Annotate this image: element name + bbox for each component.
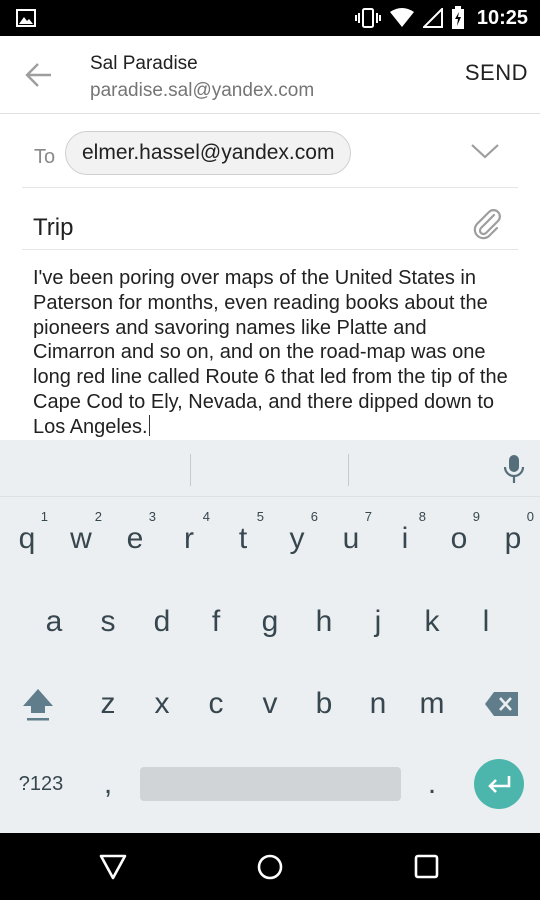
key-hint: 5	[256, 509, 264, 524]
text-cursor	[148, 414, 151, 436]
vibrate-icon	[354, 8, 381, 28]
key-label: u	[342, 522, 360, 555]
key-r[interactable]: 4r	[162, 507, 216, 571]
key-x[interactable]: x	[135, 672, 189, 736]
image-notification-icon	[16, 9, 36, 27]
key-i[interactable]: 8i	[378, 507, 432, 571]
microphone-icon[interactable]	[502, 454, 526, 484]
subject-row: Trip	[22, 189, 518, 250]
key-k[interactable]: k	[405, 590, 459, 654]
recipient-chip[interactable]: elmer.hassel@yandex.com	[65, 131, 352, 175]
status-bar: 10:25	[0, 0, 540, 36]
message-body-text: I've been poring over maps of the United…	[33, 267, 508, 438]
key-hint: 9	[472, 509, 480, 524]
key-label: o	[450, 522, 468, 555]
key-label: r	[184, 522, 194, 555]
key-hint: 8	[418, 509, 426, 524]
to-label: To	[34, 146, 56, 168]
key-label: p	[504, 522, 522, 555]
backspace-key[interactable]	[470, 672, 534, 736]
back-triangle-icon[interactable]	[98, 852, 128, 882]
key-m[interactable]: m	[405, 672, 459, 736]
key-j[interactable]: j	[351, 590, 405, 654]
return-arrow-icon	[488, 776, 511, 793]
key-hint: 6	[310, 509, 318, 524]
key-n[interactable]: n	[351, 672, 405, 736]
status-time: 10:25	[476, 6, 528, 29]
key-label: t	[238, 522, 248, 555]
symbols-key[interactable]: ?123	[8, 754, 74, 814]
key-hint: 0	[526, 509, 534, 524]
key-v[interactable]: v	[243, 672, 297, 736]
suggestion-divider	[190, 454, 191, 486]
key-g[interactable]: g	[243, 590, 297, 654]
send-button[interactable]: SEND	[465, 60, 528, 86]
key-d[interactable]: d	[135, 590, 189, 654]
period-key[interactable]: .	[405, 754, 459, 814]
key-o[interactable]: 9o	[432, 507, 486, 571]
to-row: To elmer.hassel@yandex.com	[22, 115, 518, 188]
key-y[interactable]: 6y	[270, 507, 324, 571]
key-q[interactable]: 1q	[0, 507, 54, 571]
sender-name: Sal Paradise	[90, 53, 198, 74]
recents-square-icon[interactable]	[412, 852, 442, 882]
key-hint: 2	[94, 509, 102, 524]
suggestion-strip	[0, 440, 540, 497]
navigation-bar	[0, 833, 540, 900]
shift-icon	[23, 689, 53, 721]
key-u[interactable]: 7u	[324, 507, 378, 571]
shift-key[interactable]	[8, 672, 68, 736]
comma-key[interactable]: ,	[81, 754, 135, 814]
key-w[interactable]: 2w	[54, 507, 108, 571]
compose-header: Sal Paradise paradise.sal@yandex.com SEN…	[0, 36, 540, 114]
key-h[interactable]: h	[297, 590, 351, 654]
key-hint: 4	[202, 509, 210, 524]
subject-field[interactable]: Trip	[33, 214, 73, 242]
key-s[interactable]: s	[81, 590, 135, 654]
back-button[interactable]	[20, 56, 58, 94]
key-l[interactable]: l	[459, 590, 513, 654]
key-label: i	[401, 522, 409, 555]
key-b[interactable]: b	[297, 672, 351, 736]
key-label: y	[289, 522, 305, 555]
home-circle-icon[interactable]	[255, 852, 285, 882]
battery-icon	[451, 6, 464, 29]
key-hint: 3	[148, 509, 156, 524]
key-t[interactable]: 5t	[216, 507, 270, 571]
message-body[interactable]: I've been poring over maps of the United…	[33, 266, 513, 440]
space-bar[interactable]	[140, 767, 401, 801]
enter-key[interactable]	[474, 759, 524, 809]
backspace-icon	[485, 692, 518, 716]
key-label: w	[70, 522, 92, 555]
key-z[interactable]: z	[81, 672, 135, 736]
wifi-icon	[389, 8, 414, 27]
key-p[interactable]: 0p	[486, 507, 540, 571]
key-e[interactable]: 3e	[108, 507, 162, 571]
key-label: q	[18, 522, 36, 555]
sender-email: paradise.sal@yandex.com	[90, 80, 315, 101]
cell-signal-icon	[422, 8, 443, 28]
arrow-back-icon	[25, 63, 51, 87]
key-f[interactable]: f	[189, 590, 243, 654]
key-c[interactable]: c	[189, 672, 243, 736]
key-hint: 1	[40, 509, 48, 524]
key-a[interactable]: a	[27, 590, 81, 654]
suggestion-divider	[348, 454, 349, 486]
key-label: e	[126, 522, 144, 555]
chevron-down-icon[interactable]	[470, 141, 500, 161]
key-hint: 7	[364, 509, 372, 524]
attachment-icon[interactable]	[470, 207, 504, 241]
soft-keyboard: 1q 2w 3e 4r 5t 6y 7u 8i 9o 0p a s d f g …	[0, 440, 540, 833]
